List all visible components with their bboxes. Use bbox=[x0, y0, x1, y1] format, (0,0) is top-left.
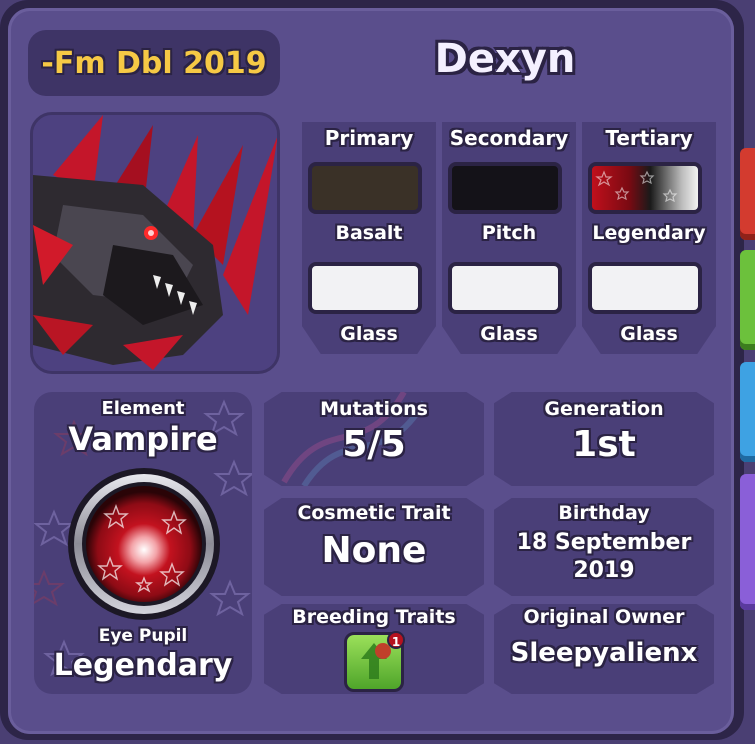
tertiary-color-swatch[interactable] bbox=[588, 162, 702, 214]
tertiary-material-name: Glass bbox=[620, 323, 678, 345]
primary-color-name: Basalt bbox=[335, 222, 403, 244]
dragon-image bbox=[33, 115, 277, 371]
mutations-value: 5/5 bbox=[342, 424, 406, 465]
side-tab-green[interactable] bbox=[740, 250, 755, 350]
secondary-color-swatch[interactable] bbox=[448, 162, 562, 214]
original-owner-card: Original Owner Sleepyalienx bbox=[494, 604, 714, 694]
breeding-trait-button[interactable]: 1 bbox=[344, 631, 405, 692]
cosmetic-trait-label: Cosmetic Trait bbox=[297, 502, 451, 524]
mutations-card: Mutations 5/5 bbox=[264, 392, 484, 486]
secondary-color-name: Pitch bbox=[481, 222, 537, 244]
tertiary-heading: Tertiary bbox=[605, 126, 693, 150]
tertiary-color-name: Legendary bbox=[592, 222, 706, 244]
legendary-stars-icon bbox=[595, 170, 678, 203]
mutations-label: Mutations bbox=[320, 398, 428, 420]
secondary-heading: Secondary bbox=[449, 126, 569, 150]
primary-color-swatch[interactable] bbox=[308, 162, 422, 214]
primary-material-swatch[interactable] bbox=[308, 262, 422, 314]
side-tab-purple[interactable] bbox=[740, 474, 755, 610]
element-value: Vampire bbox=[68, 420, 218, 458]
nickname-tag: -Fm Dbl 2019 bbox=[28, 30, 280, 96]
generation-card: Generation 1st bbox=[494, 392, 714, 486]
dragon-portrait bbox=[30, 112, 280, 374]
birthday-date: 18 September bbox=[516, 530, 692, 555]
birthday-year: 2019 bbox=[573, 558, 635, 583]
birthday-label: Birthday bbox=[558, 502, 650, 524]
cosmetic-trait-card: Cosmetic Trait None bbox=[264, 498, 484, 596]
side-tab-blue[interactable] bbox=[740, 362, 755, 462]
tertiary-material-swatch[interactable] bbox=[588, 262, 702, 314]
secondary-material-name: Glass bbox=[480, 323, 538, 345]
eye-pupil-value: Legendary bbox=[53, 648, 233, 683]
secondary-material-swatch[interactable] bbox=[448, 262, 562, 314]
element-label: Element bbox=[101, 398, 185, 419]
side-tab-red[interactable] bbox=[740, 148, 755, 240]
breeding-traits-label: Breeding Traits bbox=[292, 606, 456, 628]
cosmetic-trait-value: None bbox=[321, 530, 427, 571]
dragon-name: Dexyn bbox=[434, 36, 576, 82]
eye-pupil-icon bbox=[68, 468, 220, 620]
original-owner-label: Original Owner bbox=[523, 606, 685, 628]
eye-pupil-label: Eye Pupil bbox=[98, 626, 188, 646]
primary-material-name: Glass bbox=[340, 323, 398, 345]
primary-heading: Primary bbox=[324, 126, 414, 150]
generation-label: Generation bbox=[544, 398, 664, 420]
generation-value: 1st bbox=[572, 424, 636, 465]
original-owner-value: Sleepyalienx bbox=[510, 638, 698, 668]
birthday-card: Birthday 18 September 2019 bbox=[494, 498, 714, 596]
breeding-trait-count-badge: 1 bbox=[387, 631, 405, 649]
